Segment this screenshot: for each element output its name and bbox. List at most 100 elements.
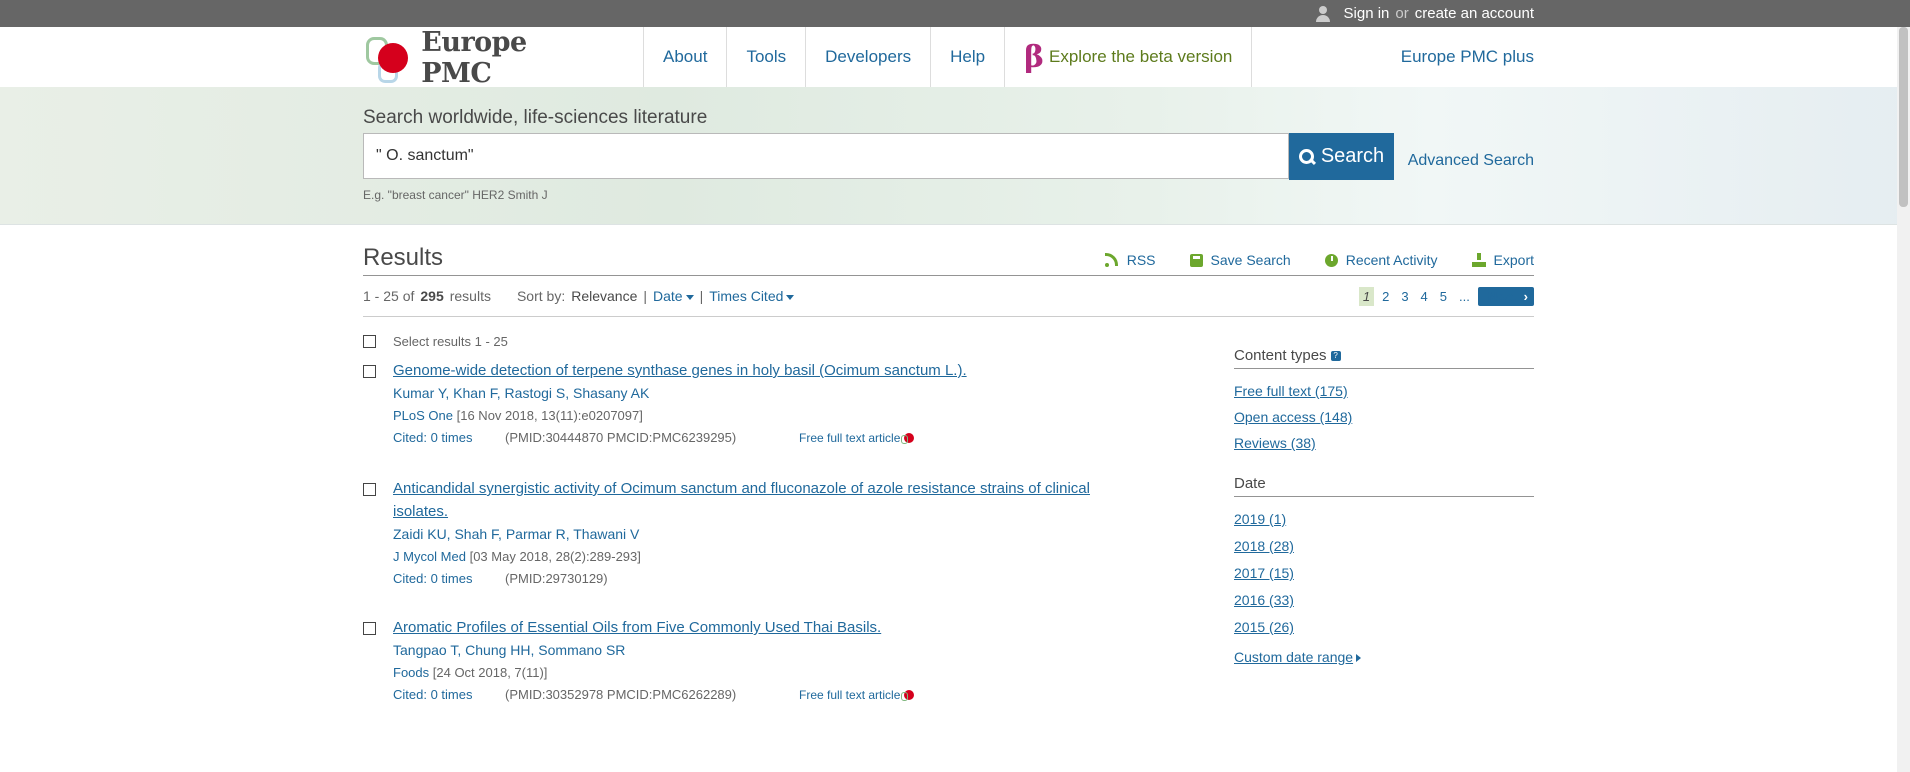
search-button-label: Search: [1320, 145, 1385, 167]
free-full-text-label: Free full text article: [799, 430, 901, 445]
facet-date-2016[interactable]: 2016 (33): [1234, 592, 1534, 608]
select-all-checkbox[interactable]: [363, 335, 376, 348]
page-1[interactable]: 1: [1358, 287, 1375, 306]
top-bar: Sign in or create an account: [0, 0, 1910, 27]
sort-date[interactable]: Date: [653, 288, 694, 304]
page-4[interactable]: 4: [1417, 287, 1432, 306]
result-title-link[interactable]: Anticandidal synergistic activity of Oci…: [393, 477, 1123, 523]
rss-link[interactable]: RSS: [1104, 252, 1156, 268]
results-range: 1 - 25 of: [363, 288, 415, 304]
page-2[interactable]: 2: [1378, 287, 1393, 306]
sort-separator: |: [699, 288, 704, 304]
result-pub-info: [24 Oct 2018, 7(11)]: [432, 665, 548, 680]
facet-open-access[interactable]: Open access (148): [1234, 409, 1534, 425]
next-label: Next: [1487, 289, 1517, 304]
nav-developers[interactable]: Developers: [806, 27, 932, 87]
custom-date-range-label: Custom date range: [1234, 649, 1354, 665]
date-heading: Date: [1234, 475, 1534, 497]
search-button[interactable]: Search: [1289, 133, 1394, 180]
page-3[interactable]: 3: [1397, 287, 1412, 306]
content-types-title: Content types: [1234, 347, 1327, 364]
result-journal[interactable]: J Mycol Med: [393, 549, 466, 564]
fulltext-icon: [901, 432, 915, 444]
download-icon: [1471, 253, 1486, 267]
export-label: Export: [1493, 252, 1534, 268]
nav-help[interactable]: Help: [931, 27, 1006, 87]
main-navbar: Europe PMC About Tools Developers Help β…: [0, 27, 1910, 89]
scrollbar-thumb[interactable]: [1899, 27, 1908, 207]
result-authors[interactable]: Zaidi KU, Shah F, Parmar R, Thawani V: [393, 526, 1123, 542]
content-types-list: Free full text (175) Open access (148) R…: [1234, 383, 1534, 451]
save-search-link[interactable]: Save Search: [1189, 252, 1291, 268]
result-checkbox[interactable]: [363, 483, 376, 496]
sign-in-link[interactable]: Sign in: [1344, 1, 1390, 26]
europe-pmc-plus-link[interactable]: Europe PMC plus: [1401, 27, 1534, 87]
sort-by-label: Sort by:: [516, 288, 566, 304]
facet-date-2015[interactable]: 2015 (26): [1234, 619, 1534, 635]
result-journal[interactable]: Foods: [393, 665, 429, 680]
help-icon[interactable]: ?: [1330, 351, 1341, 362]
search-input[interactable]: [363, 133, 1289, 179]
results-meta: 1 - 25 of 295 results Sort by: Relevance…: [363, 288, 795, 304]
page-scrollbar[interactable]: [1897, 27, 1910, 772]
result-cited[interactable]: Cited: 0 times: [393, 430, 505, 445]
free-full-text-link[interactable]: Free full text article: [799, 687, 915, 702]
result-journal-info: PLoS One [16 Nov 2018, 13(11):e0207097]: [393, 408, 1123, 423]
result-pub-info: [16 Nov 2018, 13(11):e0207097]: [456, 408, 643, 423]
facet-reviews[interactable]: Reviews (38): [1234, 435, 1534, 451]
result-cited[interactable]: Cited: 0 times: [393, 571, 505, 586]
fulltext-icon: [901, 689, 915, 701]
result-cited[interactable]: Cited: 0 times: [393, 687, 505, 702]
export-link[interactable]: Export: [1471, 252, 1534, 268]
nav-tools[interactable]: Tools: [727, 27, 807, 87]
result-checkbox[interactable]: [363, 622, 376, 635]
caret-down-icon: [786, 294, 795, 300]
result-checkbox[interactable]: [363, 365, 376, 378]
results-toolbar: RSS Save Search Recent Activity Export: [1104, 252, 1534, 268]
select-all-label: Select results 1 - 25: [393, 334, 508, 349]
beta-icon: β: [1024, 39, 1045, 75]
facet-free-full-text[interactable]: Free full text (175): [1234, 383, 1534, 399]
logo-mark-icon: [363, 33, 412, 83]
recent-activity-label: Recent Activity: [1345, 252, 1438, 268]
sort-times-cited[interactable]: Times Cited: [709, 288, 795, 304]
next-page-button[interactable]: Next ›: [1477, 287, 1534, 306]
free-full-text-label: Free full text article: [799, 687, 901, 702]
result-citation-row: Cited: 0 times (PMID:30444870 PMCID:PMC6…: [393, 430, 1123, 445]
facets-panel: Content types? Free full text (175) Open…: [1234, 347, 1534, 665]
content-types-heading: Content types?: [1234, 347, 1534, 369]
search-icon: [1298, 148, 1315, 165]
europe-pmc-logo[interactable]: Europe PMC: [363, 27, 603, 89]
divider: [363, 316, 1534, 317]
nav-links: About Tools Developers Help β Explore th…: [643, 27, 1253, 87]
caret-down-icon: [685, 294, 694, 300]
result-item: Genome-wide detection of terpene synthas…: [393, 359, 1123, 445]
result-ids: (PMID:29730129): [505, 571, 608, 586]
page-ellipsis: ...: [1459, 289, 1470, 304]
result-authors[interactable]: Tangpao T, Chung HH, Sommano SR: [393, 642, 1123, 658]
nav-about[interactable]: About: [644, 27, 728, 87]
rss-label: RSS: [1126, 252, 1156, 268]
create-account-link[interactable]: create an account: [1415, 1, 1534, 26]
recent-activity-link[interactable]: Recent Activity: [1324, 252, 1438, 268]
sort-separator: |: [643, 288, 648, 304]
result-item: Aromatic Profiles of Essential Oils from…: [393, 616, 1123, 702]
custom-date-range-link[interactable]: Custom date range: [1234, 649, 1534, 665]
result-title-link[interactable]: Genome-wide detection of terpene synthas…: [393, 359, 1123, 382]
facet-date-2018[interactable]: 2018 (28): [1234, 538, 1534, 554]
result-title-link[interactable]: Aromatic Profiles of Essential Oils from…: [393, 616, 1123, 639]
facet-date-2019[interactable]: 2019 (1): [1234, 511, 1534, 527]
nav-beta[interactable]: β Explore the beta version: [1005, 27, 1253, 87]
result-journal[interactable]: PLoS One: [393, 408, 453, 423]
facet-date-2017[interactable]: 2017 (15): [1234, 565, 1534, 581]
pagination: 1 2 3 4 5 ... Next ›: [1358, 287, 1534, 306]
rss-icon: [1104, 253, 1119, 267]
caret-right-icon: [1356, 654, 1362, 663]
page-5[interactable]: 5: [1436, 287, 1451, 306]
save-icon: [1189, 253, 1203, 267]
free-full-text-link[interactable]: Free full text article: [799, 430, 915, 445]
result-authors[interactable]: Kumar Y, Khan F, Rastogi S, Shasany AK: [393, 385, 1123, 401]
account-links: Sign in or create an account: [1315, 0, 1534, 27]
advanced-search-link[interactable]: Advanced Search: [1408, 152, 1534, 170]
search-example: E.g. "breast cancer" HER2 Smith J: [363, 188, 548, 202]
